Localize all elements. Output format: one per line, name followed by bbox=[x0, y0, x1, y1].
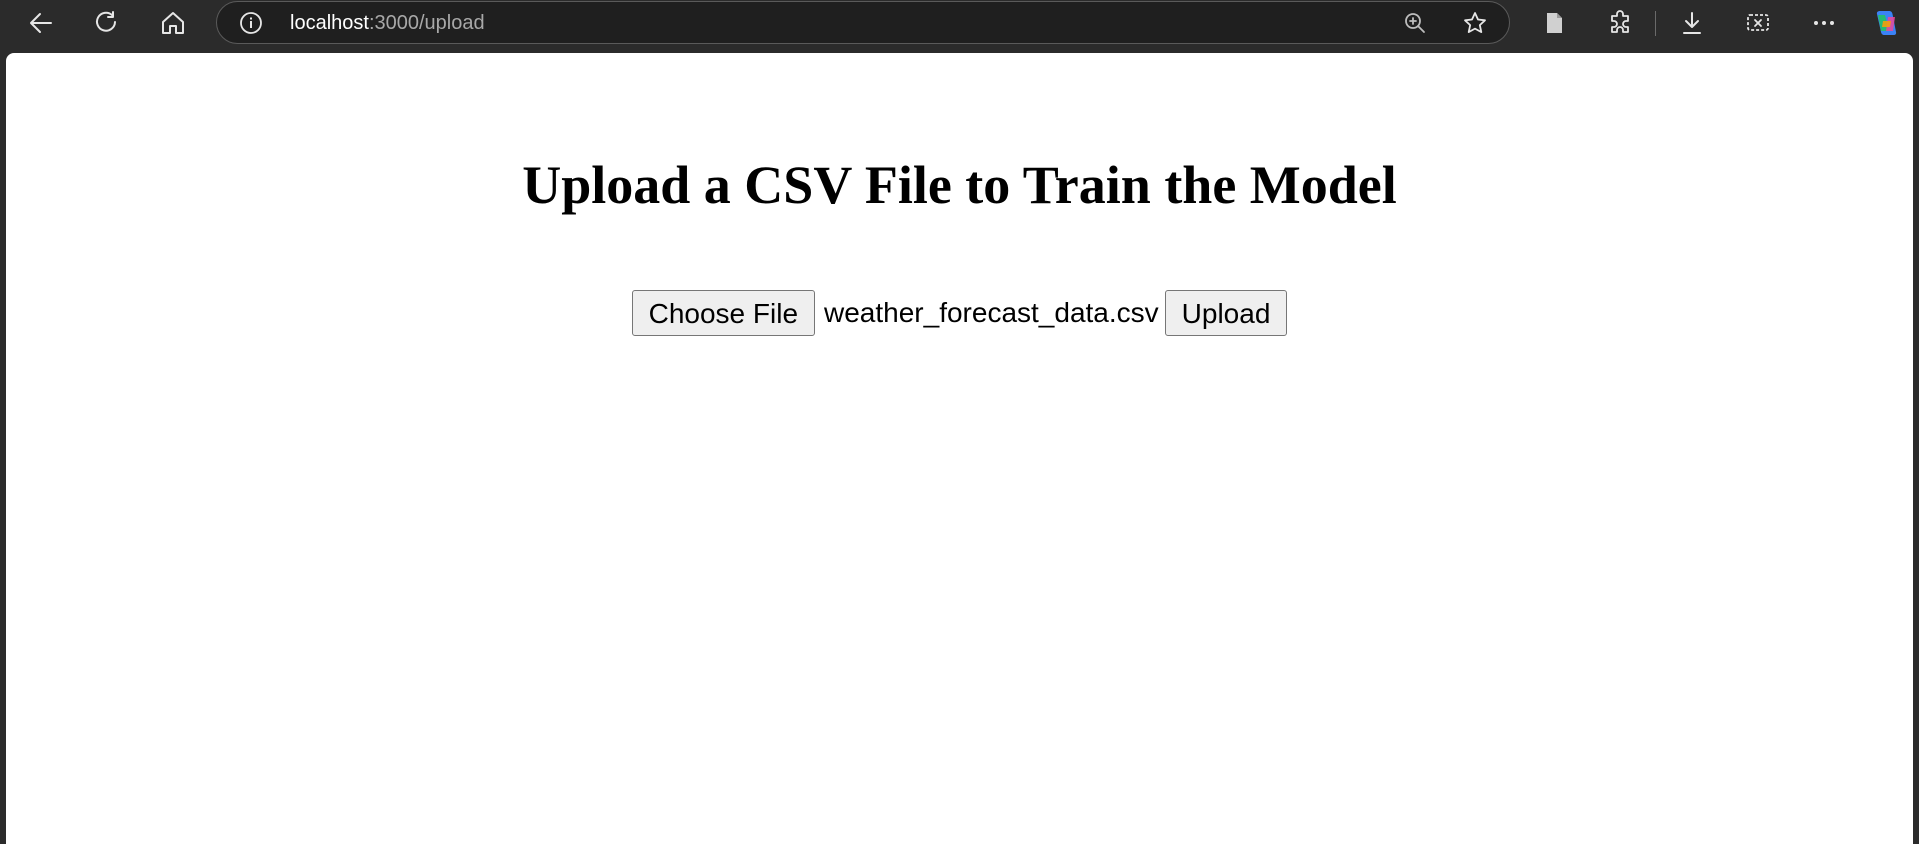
back-icon[interactable] bbox=[22, 4, 60, 42]
page-content: Upload a CSV File to Train the Model Cho… bbox=[6, 53, 1913, 844]
reading-view-icon[interactable] bbox=[1535, 4, 1573, 42]
screenshot-icon[interactable] bbox=[1739, 4, 1777, 42]
more-options-icon[interactable] bbox=[1805, 4, 1843, 42]
home-icon[interactable] bbox=[154, 4, 192, 42]
browser-toolbar: localhost:3000/upload bbox=[0, 0, 1919, 47]
address-bar[interactable]: localhost:3000/upload bbox=[216, 1, 1510, 44]
copilot-icon[interactable] bbox=[1867, 4, 1905, 42]
favorite-star-icon[interactable] bbox=[1462, 10, 1488, 36]
choose-file-button[interactable]: Choose File bbox=[631, 290, 816, 336]
url-text[interactable]: localhost:3000/upload bbox=[290, 12, 485, 34]
page-title: Upload a CSV File to Train the Model bbox=[522, 155, 1397, 215]
upload-button[interactable]: Upload bbox=[1164, 290, 1288, 336]
selected-file-name: weather_forecast_data.csv bbox=[824, 297, 1159, 328]
downloads-icon[interactable] bbox=[1673, 4, 1711, 42]
upload-form: Choose File weather_forecast_data.csv Up… bbox=[6, 290, 1913, 336]
extensions-icon[interactable] bbox=[1601, 4, 1639, 42]
zoom-icon[interactable] bbox=[1402, 10, 1428, 36]
refresh-icon[interactable] bbox=[88, 4, 126, 42]
url-host: localhost bbox=[290, 12, 369, 34]
site-info-icon[interactable] bbox=[239, 11, 263, 35]
toolbar-divider bbox=[1655, 11, 1656, 36]
url-path: :3000/upload bbox=[368, 12, 485, 34]
